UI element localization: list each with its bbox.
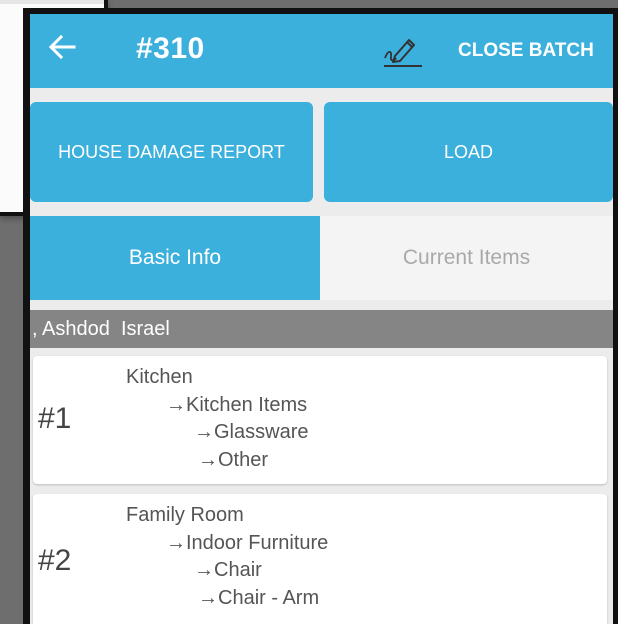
tab-current-items[interactable]: Current Items (320, 216, 613, 300)
item-category: →Kitchen Items (166, 393, 308, 416)
item-category: →Indoor Furniture (166, 531, 329, 554)
house-damage-report-button[interactable]: HOUSE DAMAGE REPORT (30, 102, 313, 202)
room-hierarchy: Family Room →Indoor Furniture →Chair →Ch… (126, 502, 328, 612)
tab-basic-info[interactable]: Basic Info (30, 216, 320, 300)
signature-pen-icon[interactable] (381, 30, 425, 70)
address-bar: , Ashdod Israel (30, 310, 613, 348)
room-card[interactable]: #2 Family Room →Indoor Furniture →Chair … (33, 494, 607, 624)
item-subcategory: →Chair (194, 559, 262, 581)
phone-frame: #310 CLOSE BATCH HOUSE DAMAGE REPORT LOA… (23, 8, 618, 624)
arrow-left-icon[interactable] (46, 30, 80, 64)
item-subcategory: →Glassware (194, 421, 309, 443)
room-card[interactable]: #1 Kitchen →Kitchen Items →Glassware →Ot… (33, 356, 607, 484)
load-button[interactable]: LOAD (324, 102, 613, 202)
room-name: Family Room (126, 504, 244, 526)
room-number: #1 (38, 402, 72, 435)
batch-number: #310 (136, 32, 205, 65)
item-type: →Chair - Arm (198, 586, 320, 609)
room-name: Kitchen (126, 366, 193, 388)
room-number: #2 (38, 544, 72, 577)
item-type: →Other (198, 448, 269, 471)
app-screen: #310 CLOSE BATCH HOUSE DAMAGE REPORT LOA… (30, 14, 613, 624)
room-hierarchy: Kitchen →Kitchen Items →Glassware →Other (126, 364, 308, 474)
app-bar: #310 CLOSE BATCH (30, 14, 613, 88)
close-batch-button[interactable]: CLOSE BATCH (458, 40, 594, 62)
